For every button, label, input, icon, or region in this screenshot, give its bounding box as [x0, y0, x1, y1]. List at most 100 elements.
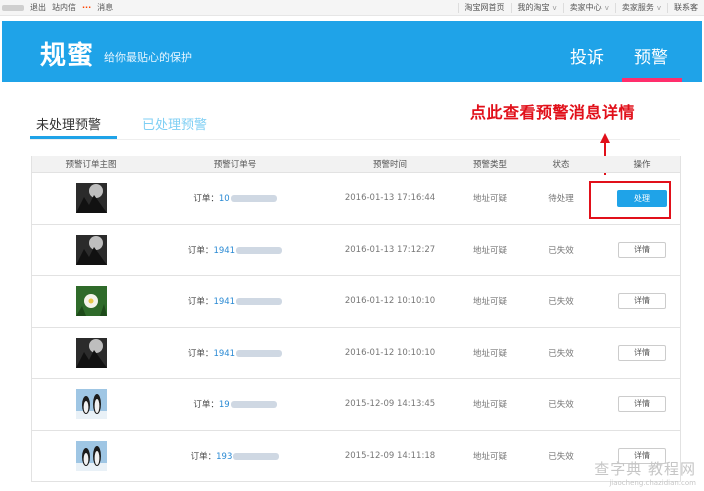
cell-order-number: 订单：19	[150, 398, 320, 410]
topbar-nav-label: 我的淘宝	[517, 3, 550, 12]
cell-type: 地址可疑	[472, 400, 507, 411]
chevron-down-icon: v	[604, 4, 609, 12]
order-number-redacted	[236, 298, 283, 306]
order-number-redacted	[236, 349, 283, 357]
tab-processed-warnings[interactable]: 已处理预警	[142, 114, 207, 133]
cell-thumbnail	[32, 234, 150, 265]
product-thumbnail-flower[interactable]	[75, 286, 107, 317]
table-row: 订单：1941 2016-01-13 17:12:27 地址可疑 已失效 详情	[32, 225, 682, 276]
column-header-type: 预警类型	[472, 160, 507, 170]
product-thumbnail-dark-scene[interactable]	[75, 234, 107, 265]
details-button[interactable]: 详情	[618, 344, 666, 361]
chevron-down-icon: v	[552, 4, 557, 12]
watermark: 查字典 教程网 jiaocheng.chazidian.com	[594, 458, 696, 487]
cell-action: 详情	[602, 241, 682, 258]
details-button[interactable]: 详情	[618, 396, 666, 413]
cell-order-number: 订单：1941	[150, 347, 320, 359]
product-thumbnail-dark-scene[interactable]	[75, 183, 107, 214]
cell-time: 2015-12-09 14:13:45	[344, 399, 436, 410]
column-header-action: 操作	[633, 160, 651, 170]
table-row: 订单：1941 2016-01-12 10:10:10 地址可疑 已失效 详情	[32, 276, 680, 328]
nav-complaint[interactable]: 投诉	[570, 43, 604, 68]
cell-status: 已失效	[548, 400, 574, 411]
topbar-nav: 淘宝网首页 我的淘宝 v 卖家中心 v 卖家服务 v 联系客	[457, 0, 704, 16]
cell-status: 已失效	[548, 451, 574, 462]
order-number-redacted	[230, 195, 277, 203]
cell-order-number: 订单：193	[150, 450, 320, 462]
cell-order-number: 订单：1941	[150, 244, 320, 256]
order-number-link[interactable]: 19	[219, 400, 230, 410]
product-thumbnail-dark-scene[interactable]	[75, 337, 107, 368]
cell-time: 2016-01-13 17:16:44	[344, 193, 436, 204]
cell-action: 详情	[602, 396, 682, 413]
product-thumbnail-penguins[interactable]	[75, 389, 107, 420]
annotation-callout: 点此查看预警消息详情	[470, 103, 636, 122]
order-label: 订单：	[193, 400, 219, 411]
brand-logo[interactable]: 规蜜	[40, 35, 94, 72]
order-label: 订单：	[187, 297, 214, 308]
tab-unprocessed-warnings[interactable]: 未处理预警	[36, 114, 101, 133]
cell-action: 详情	[602, 293, 682, 310]
column-header-thumbnail: 预警订单主图	[65, 160, 117, 170]
logout-link[interactable]: 退出	[30, 2, 46, 13]
cell-type: 地址可疑	[472, 297, 507, 308]
watermark-title: 查字典 教程网	[594, 460, 696, 478]
cell-type: 地址可疑	[472, 245, 507, 256]
cell-type: 地址可疑	[472, 348, 507, 359]
topbar-nav-my-taobao[interactable]: 我的淘宝 v	[510, 3, 563, 13]
topbar-nav-seller-service[interactable]: 卖家服务 v	[614, 3, 667, 13]
order-number-link[interactable]: 1941	[213, 349, 235, 359]
topbar-nav-label: 卖家服务	[621, 3, 654, 12]
watermark-url: jiaocheng.chazidian.com	[609, 479, 696, 487]
cell-thumbnail	[32, 440, 150, 471]
order-number-link[interactable]: 1941	[213, 246, 235, 256]
topbar-nav-label: 卖家中心	[569, 3, 602, 12]
cell-thumbnail	[32, 389, 150, 420]
site-topbar: 退出 站内信 ··· 消息 淘宝网首页 我的淘宝 v 卖家中心 v 卖家服务 v 联系…	[0, 0, 704, 16]
order-label: 订单：	[187, 348, 214, 359]
cell-time: 2015-12-09 14:11:18	[344, 450, 436, 461]
cell-thumbnail	[32, 183, 150, 214]
details-button[interactable]: 详情	[618, 241, 666, 258]
details-button[interactable]: 详情	[618, 293, 666, 310]
nav-warning[interactable]: 预警	[634, 43, 668, 68]
topbar-nav-seller-center[interactable]: 卖家中心 v	[562, 3, 615, 13]
topbar-nav-contact[interactable]: 联系客	[667, 3, 704, 13]
order-number-redacted	[236, 246, 283, 254]
cell-status: 已失效	[548, 245, 574, 256]
cell-action: 详情	[602, 344, 682, 361]
annotation-highlight-box	[589, 181, 671, 219]
order-label: 订单：	[193, 194, 219, 205]
table-row: 订单：10 2016-01-13 17:16:44 地址可疑 待处理 处理	[32, 173, 680, 225]
table-header: 预警订单主图 预警订单号 预警时间 预警类型 状态 操作	[32, 156, 680, 173]
table-row: 订单：193 2015-12-09 14:11:18 地址可疑 已失效 详情	[32, 431, 680, 482]
order-number-link[interactable]: 10	[219, 194, 230, 204]
order-number-link[interactable]: 1941	[213, 297, 235, 307]
table-row: 订单：1941 2016-01-12 10:10:10 地址可疑 已失效 详情	[32, 328, 682, 379]
messages-link[interactable]: 消息	[97, 2, 113, 13]
cell-thumbnail	[32, 286, 150, 317]
column-header-order-number: 预警订单号	[213, 160, 257, 170]
topbar-nav-label: 淘宝网首页	[464, 3, 505, 12]
brand-slogan: 给你最贴心的保护	[104, 51, 192, 64]
table-row: 订单：19 2015-12-09 14:13:45 地址可疑 已失效 详情	[32, 379, 680, 431]
messages-dots-icon: ···	[82, 3, 92, 12]
cell-order-number: 订单：1941	[150, 295, 320, 307]
cell-status: 已失效	[548, 297, 574, 308]
cell-thumbnail	[32, 337, 150, 368]
product-thumbnail-penguins[interactable]	[75, 440, 107, 471]
order-number-redacted	[233, 452, 280, 460]
topbar-nav-taobao-home[interactable]: 淘宝网首页	[457, 3, 511, 13]
cell-time: 2016-01-12 10:10:10	[344, 296, 436, 307]
cell-order-number: 订单：10	[150, 192, 320, 204]
cell-time: 2016-01-12 10:10:10	[344, 347, 436, 358]
site-messages-link[interactable]: 站内信	[52, 2, 76, 13]
topbar-left: 退出 站内信 ··· 消息	[0, 2, 119, 13]
topbar-nav-label: 联系客	[674, 3, 698, 12]
order-label: 订单：	[190, 451, 217, 462]
cell-time: 2016-01-13 17:12:27	[344, 244, 436, 255]
chevron-down-icon: v	[656, 4, 661, 12]
order-number-link[interactable]: 193	[216, 452, 232, 462]
order-label: 订单：	[187, 245, 214, 256]
app-header: 规蜜 给你最贴心的保护 投诉 预警	[2, 21, 702, 82]
